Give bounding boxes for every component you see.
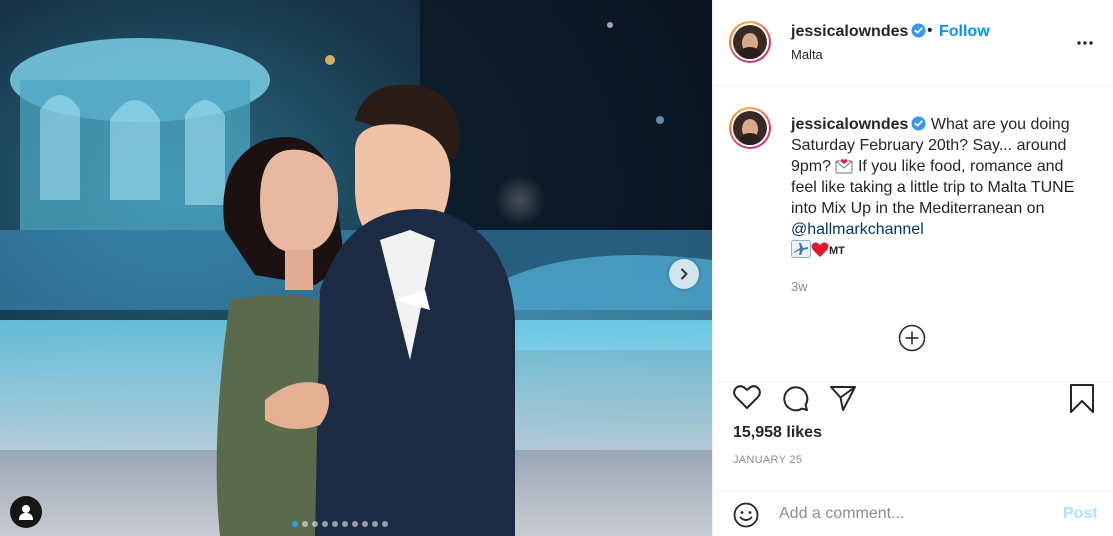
mention-link[interactable]: @hallmarkchannel bbox=[791, 221, 924, 238]
separator-dot: • bbox=[927, 22, 933, 39]
comment-form: Post bbox=[713, 491, 1113, 536]
comments-section: jessicalowndes What are you doing Saturd… bbox=[713, 86, 1113, 383]
bookmark-icon[interactable] bbox=[1069, 384, 1095, 414]
plus-circle-icon[interactable] bbox=[898, 324, 926, 352]
post-actions bbox=[713, 384, 1113, 420]
caption-avatar[interactable] bbox=[729, 107, 771, 149]
carousel-dot bbox=[292, 521, 298, 527]
caption-text: If you like food, romance and feel like … bbox=[791, 158, 1075, 217]
chevron-right-icon bbox=[681, 268, 688, 280]
emoji-icon[interactable] bbox=[733, 502, 759, 528]
avatar-image bbox=[733, 25, 767, 59]
post-date[interactable]: JANUARY 25 bbox=[733, 454, 802, 466]
avatar-image bbox=[733, 111, 767, 145]
heart-icon[interactable] bbox=[733, 384, 761, 410]
comment-icon[interactable] bbox=[781, 384, 809, 412]
share-icon[interactable] bbox=[829, 384, 857, 412]
carousel-dot bbox=[332, 521, 338, 527]
verified-badge-icon bbox=[911, 23, 926, 38]
post-header: jessicalowndes • Follow Malta bbox=[713, 0, 1113, 86]
carousel-dot bbox=[312, 521, 318, 527]
carousel-indicator bbox=[292, 521, 388, 527]
avatar[interactable] bbox=[729, 21, 771, 63]
next-image-button[interactable] bbox=[669, 259, 699, 289]
instagram-post-view: jessicalowndes • Follow Malta jessicalow… bbox=[0, 0, 1113, 536]
carousel-dot bbox=[372, 521, 378, 527]
more-options-icon[interactable] bbox=[1075, 33, 1095, 53]
comment-timestamp[interactable]: 3w bbox=[791, 279, 808, 294]
carousel-dot bbox=[342, 521, 348, 527]
post-media[interactable] bbox=[0, 0, 712, 536]
comment-input[interactable] bbox=[779, 502, 1059, 526]
likes-count[interactable]: 15,958 likes bbox=[733, 424, 822, 442]
post-photo bbox=[0, 0, 712, 536]
user-tag-icon bbox=[19, 505, 33, 520]
heart-emoji-icon bbox=[811, 242, 829, 257]
post-details-panel: jessicalowndes • Follow Malta jessicalow… bbox=[712, 0, 1113, 536]
carousel-dot bbox=[382, 521, 388, 527]
carousel-dot bbox=[352, 521, 358, 527]
carousel-dot bbox=[302, 521, 308, 527]
caption-username[interactable]: jessicalowndes bbox=[791, 116, 908, 133]
post-comment-button[interactable]: Post bbox=[1063, 505, 1098, 523]
location-link[interactable]: Malta bbox=[791, 47, 823, 62]
tagged-users-button[interactable] bbox=[10, 496, 42, 528]
carousel-dot bbox=[362, 521, 368, 527]
username-link[interactable]: jessicalowndes bbox=[791, 23, 926, 41]
post-caption: jessicalowndes What are you doing Saturd… bbox=[791, 114, 1081, 262]
flag-emoji-text: MT bbox=[829, 245, 845, 257]
carousel-dot bbox=[322, 521, 328, 527]
airplane-emoji-icon bbox=[791, 240, 811, 258]
verified-badge-icon bbox=[911, 116, 926, 131]
scrollbar[interactable] bbox=[1107, 86, 1112, 156]
love-letter-emoji-icon bbox=[835, 159, 853, 174]
follow-button[interactable]: Follow bbox=[939, 23, 990, 41]
